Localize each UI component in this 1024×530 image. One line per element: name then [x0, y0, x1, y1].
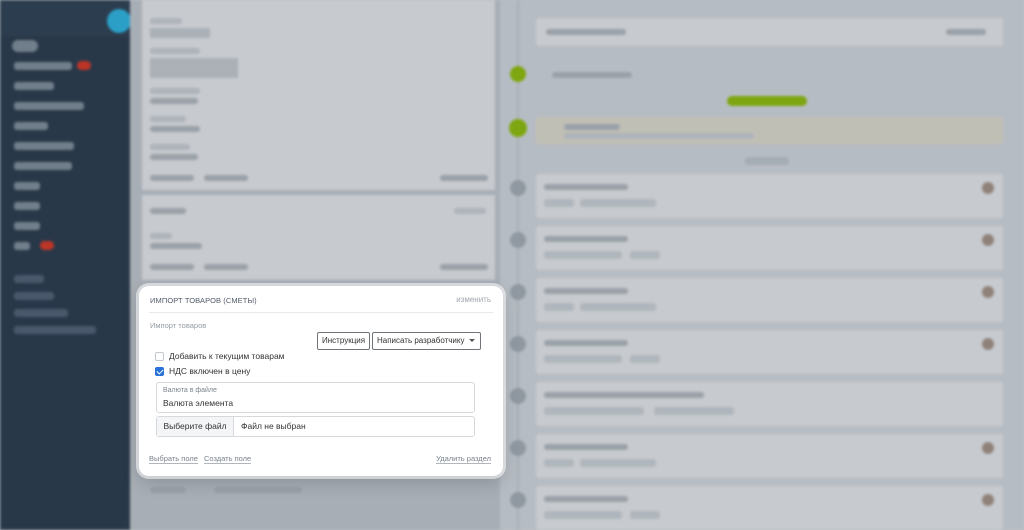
- delete-section-link[interactable]: Удалить раздел: [436, 454, 491, 464]
- add-to-current-option[interactable]: Добавить к текущим товарам: [155, 350, 285, 362]
- currency-select[interactable]: Валюта в файле Валюта элемента: [156, 382, 475, 413]
- import-widget: Инструкция Написать разработчику Добавит…: [149, 331, 482, 445]
- vat-included-option[interactable]: НДС включен в цену: [155, 365, 250, 377]
- edit-link[interactable]: изменить: [456, 295, 491, 304]
- vat-included-checkbox[interactable]: [155, 366, 164, 376]
- vat-included-label: НДС включен в цену: [169, 366, 251, 376]
- section-header: ИМПОРТ ТОВАРОВ (СМЕТЫ) изменить: [149, 286, 493, 313]
- section-title: ИМПОРТ ТОВАРОВ (СМЕТЫ): [150, 296, 257, 305]
- file-picker: Выберите файл Файл не выбран: [156, 416, 475, 437]
- field-label: Импорт товаров: [150, 321, 207, 330]
- add-to-current-checkbox[interactable]: [155, 351, 164, 361]
- select-field-link[interactable]: Выбрать поле: [149, 454, 198, 464]
- product-import-section: ИМПОРТ ТОВАРОВ (СМЕТЫ) изменить Импорт т…: [139, 286, 503, 476]
- section-footer: Выбрать поле Создать поле Удалить раздел: [149, 454, 493, 466]
- create-field-link[interactable]: Создать поле: [204, 454, 252, 464]
- currency-field-label: Валюта в файле: [163, 387, 217, 394]
- chevron-down-icon: [469, 339, 476, 342]
- currency-field-value: Валюта элемента: [163, 398, 234, 408]
- add-to-current-label: Добавить к текущим товарам: [169, 351, 285, 361]
- choose-file-button[interactable]: Выберите файл: [157, 417, 234, 436]
- instruction-button[interactable]: Инструкция: [317, 332, 371, 350]
- write-developer-button[interactable]: Написать разработчику: [372, 332, 482, 350]
- write-developer-label: Написать разработчику: [377, 336, 465, 345]
- file-status-text: Файл не выбран: [241, 421, 306, 431]
